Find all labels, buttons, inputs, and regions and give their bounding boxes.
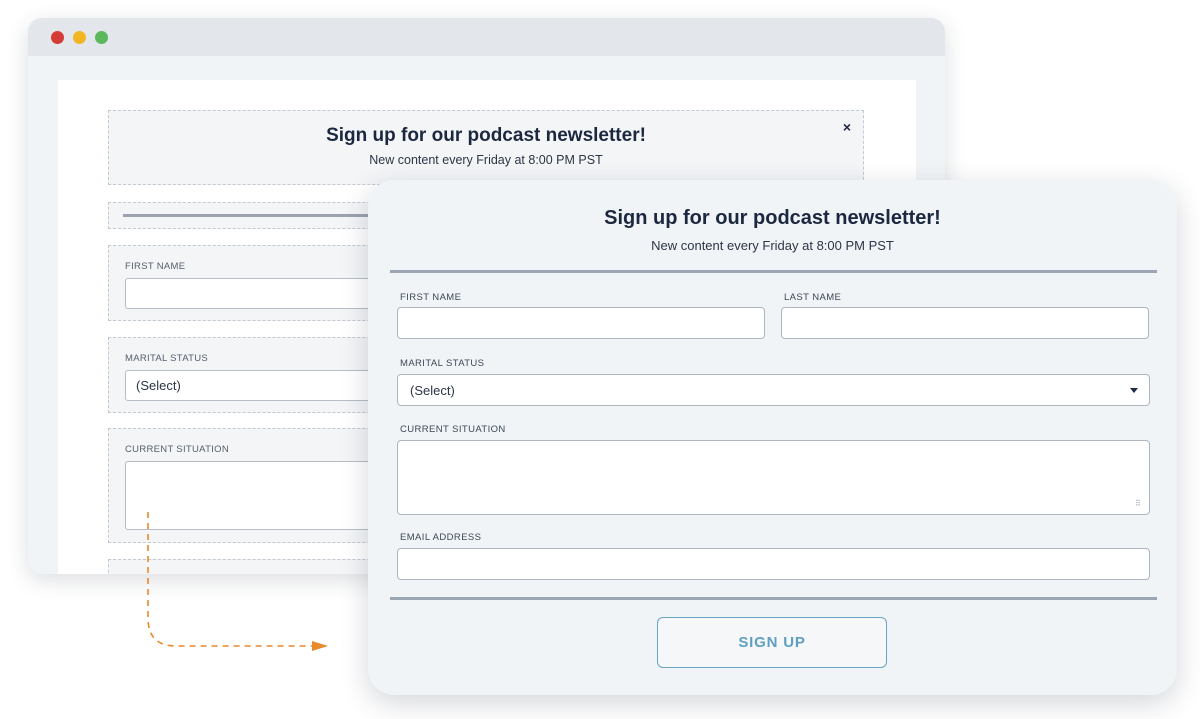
editor-header-block: Sign up for our podcast newsletter! New … [108,110,864,185]
last-name-input[interactable] [781,307,1149,339]
last-name-label: LAST NAME [784,292,842,303]
editor-subtitle: New content every Friday at 8:00 PM PST [369,153,603,167]
close-window-dot-icon [51,31,64,44]
marital-status-select[interactable]: (Select) [397,374,1150,406]
first-name-input[interactable] [397,307,765,339]
close-icon[interactable]: × [843,119,851,135]
minimize-window-dot-icon [73,31,86,44]
marital-status-label: MARITAL STATUS [400,358,485,369]
current-situation-textarea[interactable] [397,440,1150,515]
form-title: Sign up for our podcast newsletter! [604,207,941,229]
caret-down-icon [1130,388,1138,393]
email-address-input[interactable] [397,548,1150,580]
maximize-window-dot-icon [95,31,108,44]
form-subtitle: New content every Friday at 8:00 PM PST [651,238,894,253]
marital-status-value: (Select) [410,383,455,398]
editor-title: Sign up for our podcast newsletter! [326,125,646,146]
form-divider-bottom [390,597,1157,600]
email-address-label: EMAIL ADDRESS [400,532,482,543]
form-divider-top [390,270,1157,273]
newsletter-form-card: Sign up for our podcast newsletter! New … [368,180,1177,695]
first-name-label: FIRST NAME [400,292,462,303]
browser-titlebar [28,18,945,56]
resize-grip-icon[interactable]: ⠿ [1135,500,1141,508]
sign-up-button[interactable]: SIGN UP [657,617,887,668]
current-situation-label: CURRENT SITUATION [400,424,506,435]
arrow-head [312,641,328,651]
